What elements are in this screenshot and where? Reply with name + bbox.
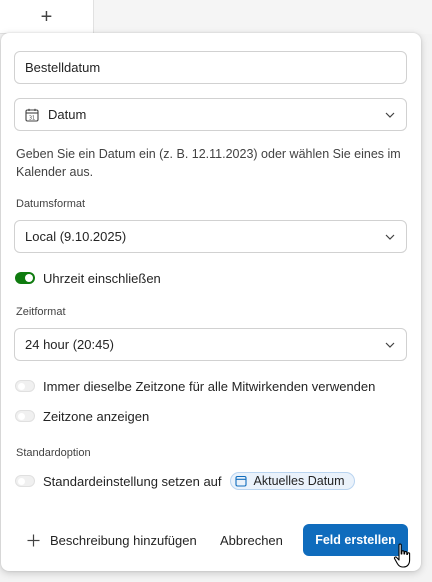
chevron-down-icon xyxy=(385,234,395,240)
current-date-chip-label: Aktuelles Datum xyxy=(253,474,345,488)
add-icon xyxy=(27,534,40,546)
column-type-dropdown[interactable]: 31 Datum xyxy=(14,98,407,131)
default-option-text: Standardeinstellung setzen auf xyxy=(43,473,222,489)
same-timezone-label: Immer dieselbe Zeitzone für alle Mitwirk… xyxy=(43,378,376,394)
include-time-label: Uhrzeit einschließen xyxy=(43,270,161,286)
cancel-label: Abbrechen xyxy=(220,532,283,548)
add-description-label: Beschreibung hinzufügen xyxy=(50,532,197,548)
date-format-dropdown[interactable]: Local (9.10.2025) xyxy=(14,220,407,253)
calendar-icon xyxy=(234,475,247,487)
calendar-icon: 31 xyxy=(25,108,39,122)
add-description-button[interactable]: Beschreibung hinzufügen xyxy=(27,524,197,556)
column-type-label: Datum xyxy=(48,107,87,122)
same-timezone-toggle[interactable] xyxy=(15,380,35,392)
include-time-toggle[interactable] xyxy=(15,272,35,284)
svg-text:31: 31 xyxy=(29,115,35,121)
show-timezone-label: Zeitzone anzeigen xyxy=(43,408,150,424)
date-format-label: Datumsformat xyxy=(16,198,86,210)
current-date-chip[interactable]: Aktuelles Datum xyxy=(229,472,355,490)
show-timezone-row: Zeitzone anzeigen xyxy=(15,406,149,426)
include-time-row: Uhrzeit einschließen xyxy=(15,268,161,288)
plus-icon: + xyxy=(40,5,53,28)
date-format-value: Local (9.10.2025) xyxy=(25,229,127,244)
default-option-toggle[interactable] xyxy=(15,475,35,487)
cancel-button[interactable]: Abbrechen xyxy=(214,524,289,556)
chevron-down-icon xyxy=(385,112,395,118)
time-format-label: Zeitformat xyxy=(16,306,66,318)
same-timezone-row: Immer dieselbe Zeitzone für alle Mitwirk… xyxy=(15,376,375,396)
create-column-panel: Bestelldatum 31 Datum Geben Sie ein Datu… xyxy=(1,33,421,571)
hand-cursor-icon xyxy=(393,543,411,568)
column-name-input[interactable]: Bestelldatum xyxy=(14,51,407,84)
chevron-down-icon xyxy=(385,342,395,348)
default-option-row: Standardeinstellung setzen auf Aktuelles… xyxy=(15,471,355,491)
time-format-dropdown[interactable]: 24 hour (20:45) xyxy=(14,328,407,361)
create-field-label: Feld erstellen xyxy=(315,533,396,547)
help-text: Geben Sie ein Datum ein (z. B. 12.11.202… xyxy=(16,147,401,179)
default-option-label: Standardoption xyxy=(16,447,91,459)
time-format-value: 24 hour (20:45) xyxy=(25,337,114,352)
show-timezone-toggle[interactable] xyxy=(15,410,35,422)
column-name-value: Bestelldatum xyxy=(25,60,101,75)
add-column-button[interactable]: + xyxy=(0,0,94,34)
